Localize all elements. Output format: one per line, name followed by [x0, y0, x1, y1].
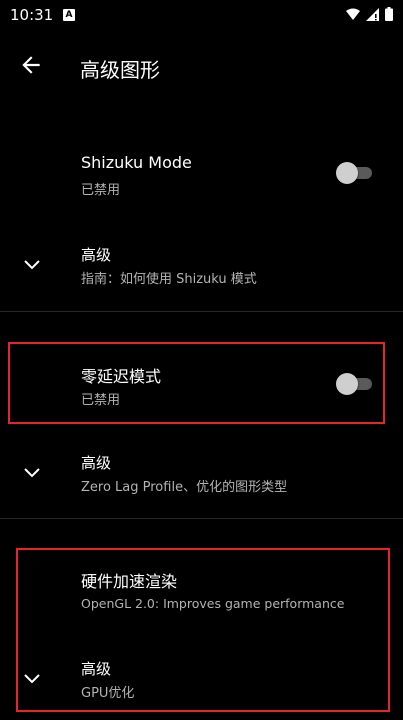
setting-title: Shizuku Mode — [81, 153, 192, 172]
toggle-thumb — [336, 162, 358, 184]
setting-title: 高级 — [81, 660, 112, 678]
notification-app-icon: A — [63, 9, 75, 21]
setting-hardware-rendering-advanced[interactable]: 高级 GPU优化 — [0, 650, 403, 710]
shizuku-mode-toggle[interactable] — [336, 162, 372, 184]
divider — [0, 311, 403, 312]
chevron-down-icon — [24, 674, 40, 684]
toggle-thumb — [336, 373, 358, 395]
setting-summary: 指南：如何使用 Shizuku 模式 — [81, 272, 257, 287]
setting-shizuku-advanced[interactable]: 高级 指南：如何使用 Shizuku 模式 — [0, 236, 403, 296]
arrow-left-icon[interactable] — [18, 52, 44, 78]
setting-title: 高级 — [81, 454, 112, 472]
battery-icon — [385, 7, 393, 21]
setting-hardware-rendering[interactable]: 硬件加速渲染 OpenGL 2.0: Improves game perform… — [0, 556, 403, 622]
setting-title: 零延迟模式 — [81, 367, 162, 386]
setting-summary: Zero Lag Profile、优化的图形类型 — [81, 480, 288, 495]
chevron-down-icon — [24, 260, 40, 270]
chevron-down-icon — [24, 468, 40, 478]
setting-summary: 已禁用 — [81, 183, 121, 198]
wifi-icon — [346, 8, 360, 20]
setting-zero-lag-advanced[interactable]: 高级 Zero Lag Profile、优化的图形类型 — [0, 444, 403, 504]
signal-icon — [366, 7, 379, 21]
setting-shizuku-mode[interactable]: Shizuku Mode 已禁用 — [0, 140, 403, 206]
setting-zero-lag-mode[interactable]: 零延迟模式 已禁用 — [0, 350, 403, 416]
app-bar: 高级图形 — [0, 30, 403, 100]
zero-lag-mode-toggle[interactable] — [336, 373, 372, 395]
status-icons — [346, 7, 393, 21]
setting-summary: 已禁用 — [81, 393, 121, 408]
status-bar: 10:31 A — [0, 0, 403, 30]
page-title: 高级图形 — [80, 58, 160, 82]
setting-title: 硬件加速渲染 — [81, 572, 178, 591]
status-time: 10:31 — [10, 6, 54, 24]
setting-summary: OpenGL 2.0: Improves game performance — [81, 596, 345, 611]
setting-title: 高级 — [81, 246, 112, 264]
divider — [0, 518, 403, 519]
setting-summary: GPU优化 — [81, 686, 135, 701]
